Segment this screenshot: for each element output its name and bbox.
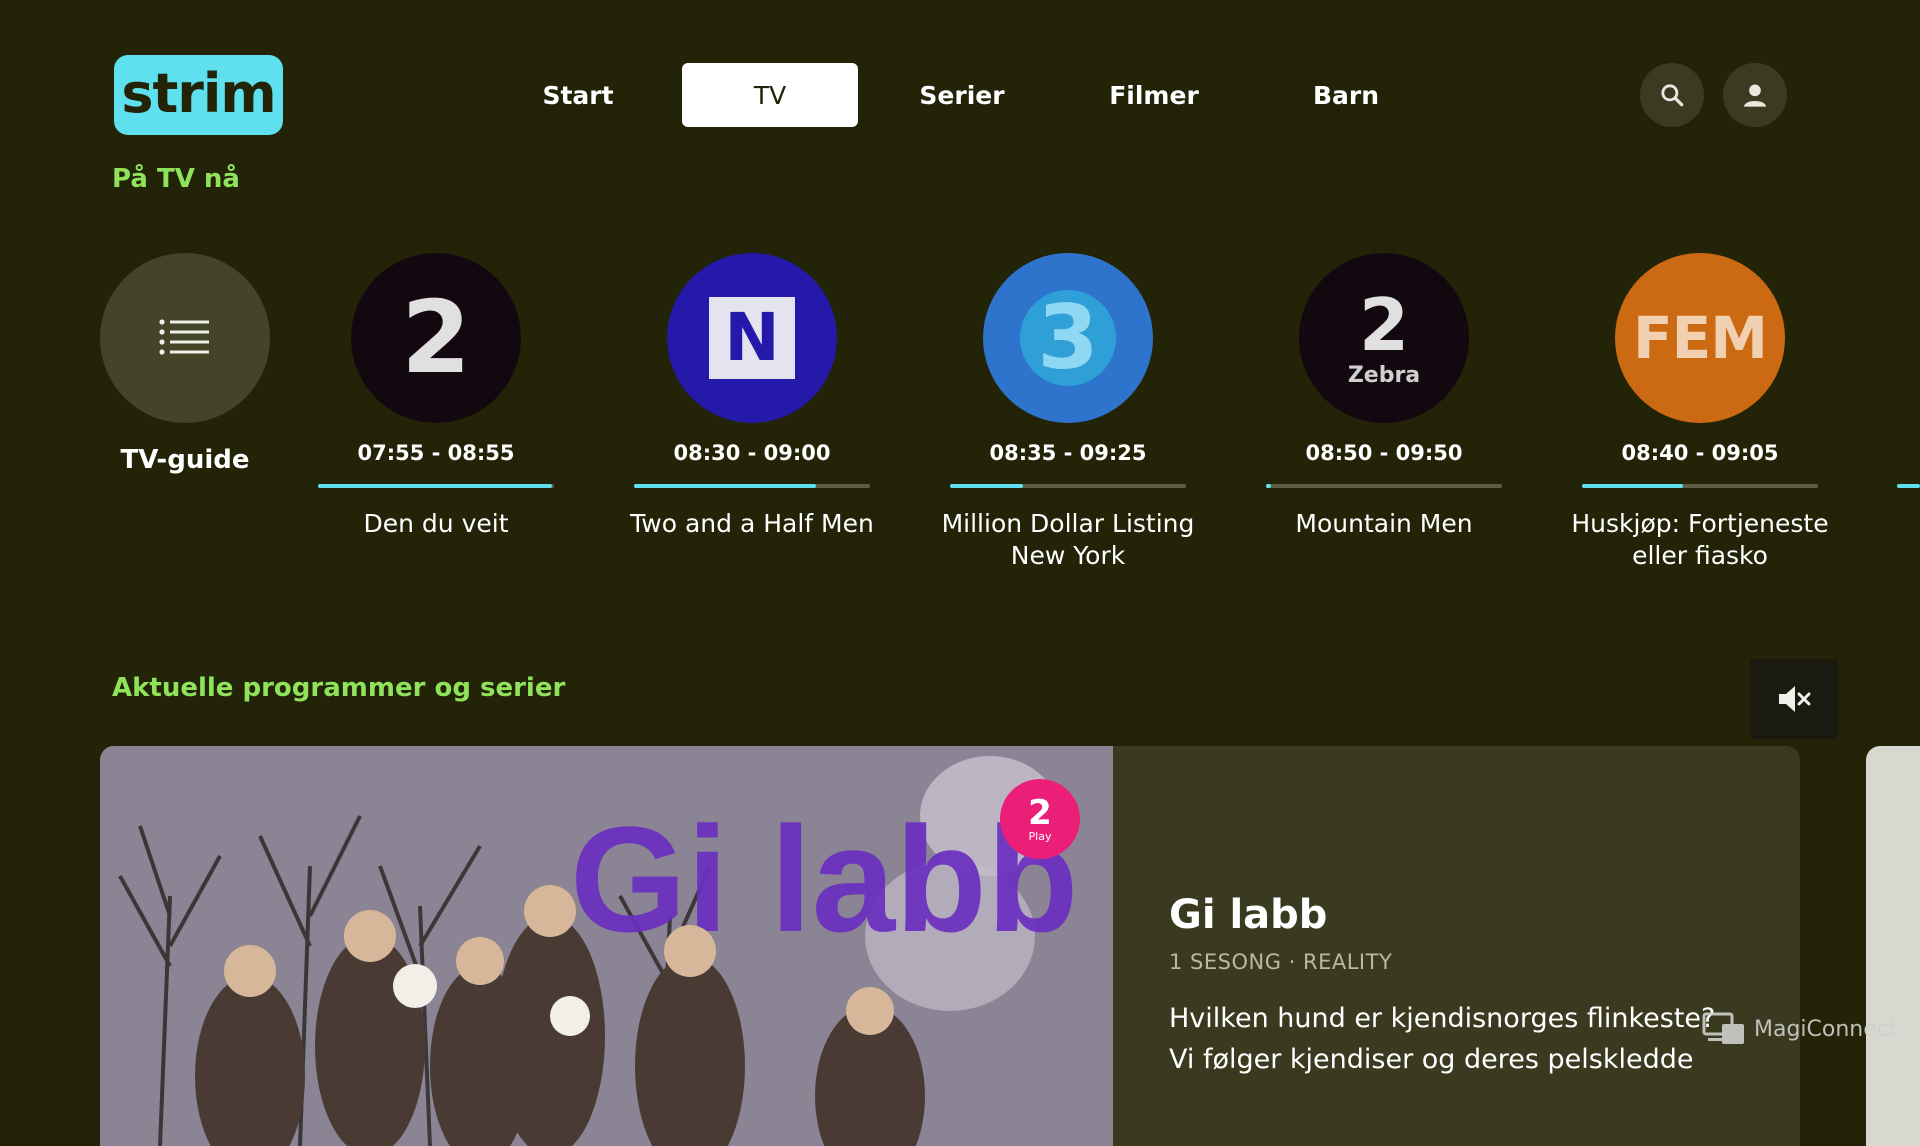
search-icon — [1661, 84, 1684, 107]
nav-start[interactable]: Start — [490, 63, 666, 127]
nav-filmer[interactable]: Filmer — [1066, 63, 1242, 127]
channel-program-title: Huskjøp: Fortjeneste eller fiasko — [1571, 509, 1829, 570]
tv-guide-circle — [100, 253, 270, 423]
fem-logo-icon: FEM — [1633, 304, 1768, 372]
progress-bar — [1266, 484, 1502, 488]
zebra-label: Zebra — [1347, 362, 1421, 388]
logo-text: strim — [121, 61, 276, 125]
next-channel-peek — [1897, 484, 1920, 488]
channel-logo: 2 Zebra — [1299, 253, 1469, 423]
channel-fem[interactable]: FEM 08:40 - 09:05 Huskjøp: Fortjeneste e… — [1550, 253, 1850, 572]
tv3-logo-icon: 3 — [1020, 290, 1116, 386]
nav-serier[interactable]: Serier — [874, 63, 1050, 127]
mute-button[interactable] — [1750, 659, 1838, 739]
profile-button[interactable] — [1723, 63, 1787, 127]
tv2-logo-icon: 2 — [401, 279, 471, 396]
progress-bar — [950, 484, 1186, 488]
strim-logo[interactable]: strim — [114, 55, 283, 135]
channel-time: 08:30 - 09:00 — [673, 441, 831, 465]
featured-description: Hvilken hund er kjendisnorges flinkeste?… — [1169, 1003, 1716, 1075]
channel-logo: 3 — [983, 253, 1153, 423]
tv-guide-button[interactable]: TV-guide — [100, 253, 270, 475]
tv-guide-label: TV-guide — [120, 445, 250, 475]
watermark-text: MagiConnect — [1754, 1016, 1898, 1042]
mute-icon — [1779, 686, 1811, 712]
magiconnect-watermark: MagiConnect — [1702, 1012, 1898, 1046]
channel-logo: N — [667, 253, 837, 423]
tvnorge-logo-icon: N — [709, 297, 795, 379]
channel-logo: FEM — [1615, 253, 1785, 423]
play-badge-text: Play — [1028, 829, 1052, 843]
channel-program-title: Mountain Men — [1295, 509, 1473, 538]
channel-program-title: Den du veit — [363, 509, 509, 538]
channel-tv2[interactable]: 2 07:55 - 08:55 Den du veit — [286, 253, 586, 540]
tv2-play-badge: 2 Play — [1000, 779, 1080, 859]
featured-title: Gi labb — [1169, 892, 1328, 938]
channel-logo: 2 — [351, 253, 521, 423]
featured-card[interactable]: Gi labb 2 Play Gi labb 1 SESONG · REALIT… — [100, 746, 1800, 1146]
featured-heading: Aktuelle programmer og serier — [112, 673, 566, 703]
play-badge-logo: 2 — [1028, 792, 1052, 833]
featured-image: Gi labb 2 Play — [100, 746, 1113, 1146]
cast-screen-icon — [1702, 1012, 1744, 1044]
channel-time: 07:55 - 08:55 — [357, 441, 515, 465]
next-featured-card-peek[interactable] — [1866, 746, 1920, 1146]
channel-time: 08:50 - 09:50 — [1305, 441, 1463, 465]
channel-tv3[interactable]: 3 08:35 - 09:25 Million Dollar Listing N… — [918, 253, 1218, 572]
featured-info: Gi labb 1 SESONG · REALITY Hvilken hund … — [1169, 892, 1729, 1080]
search-button[interactable] — [1640, 63, 1704, 127]
progress-bar — [634, 484, 870, 488]
live-heading: På TV nå — [112, 164, 240, 194]
channel-program-title: Million Dollar Listing New York — [941, 509, 1195, 570]
nav-barn[interactable]: Barn — [1258, 63, 1434, 127]
user-icon — [1743, 84, 1767, 107]
featured-scene: Gi labb — [100, 746, 1113, 1146]
list-icon — [159, 319, 209, 355]
channel-tvnorge[interactable]: N 08:30 - 09:00 Two and a Half Men — [602, 253, 902, 540]
nav-tv[interactable]: TV — [682, 63, 858, 127]
progress-bar — [318, 484, 554, 488]
featured-meta: 1 SESONG · REALITY — [1169, 950, 1393, 974]
channel-time: 08:35 - 09:25 — [989, 441, 1147, 465]
channel-tv2-zebra[interactable]: 2 Zebra 08:50 - 09:50 Mountain Men — [1234, 253, 1534, 540]
tv2-zebra-logo-icon: 2 — [1358, 282, 1410, 367]
channel-program-title: Two and a Half Men — [630, 509, 874, 538]
progress-bar — [1582, 484, 1818, 488]
channel-time: 08:40 - 09:05 — [1621, 441, 1779, 465]
